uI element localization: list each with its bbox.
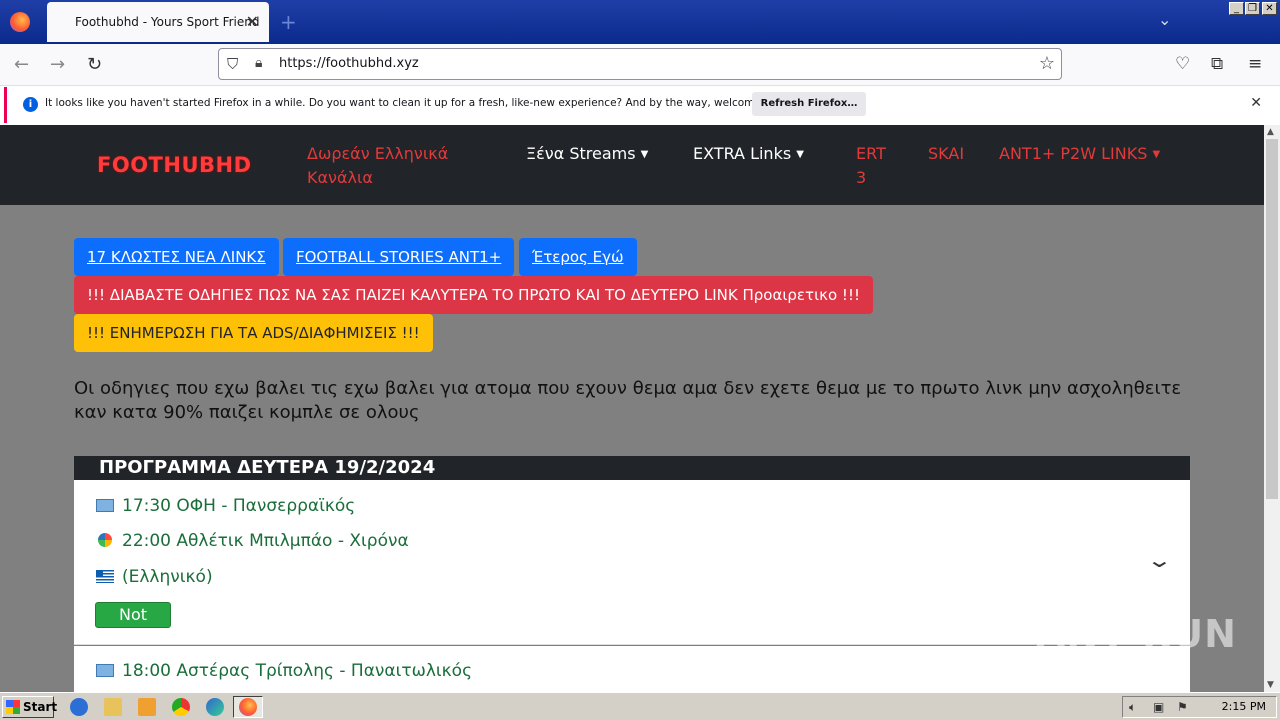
system-tray: 🔈︎ ▣ ⚑ 2:15 PM [1122, 696, 1277, 718]
instructions-button[interactable]: !!! ΔΙΑΒΑΣΤΕ ΟΔΗΓΙΕΣ ΠΩΣ ΝΑ ΣΑΣ ΠΑΙΖΕΙ Κ… [74, 276, 873, 314]
minimize-button[interactable]: _ [1229, 2, 1244, 15]
nav-foreign-streams-label: Ξένα Streams [526, 144, 636, 163]
nav-free-greek-line2: Κανάλια [307, 168, 373, 187]
match-text: 18:00 Αστέρας Τρίπολης - Παναιτωλικός [122, 661, 473, 681]
greece-flag-icon [96, 570, 114, 583]
star-icon[interactable]: ☆ [1039, 53, 1055, 74]
nav-foreign-streams[interactable]: Ξένα Streams ▼ [526, 142, 648, 167]
match-text: 22:00 Αθλέτικ Μπιλμπάο - Χιρόνα [122, 531, 409, 551]
caret-down-icon: ▼ [640, 149, 649, 160]
url-text[interactable]: https://foothubhd.xyz [279, 56, 419, 71]
scroll-up-icon[interactable]: ▲ [1267, 127, 1274, 137]
page-content: FOOTHUBHD Δωρεάν Ελληνικά Κανάλια Ξένα S… [0, 125, 1264, 692]
chevron-down-icon[interactable]: ⌄ [1146, 548, 1173, 572]
chrome-icon[interactable] [172, 698, 190, 716]
network-icon[interactable]: ▣ [1153, 700, 1164, 714]
language-text: (Ελληνικό) [122, 567, 213, 587]
link-eteros-ego[interactable]: Έτερος Εγώ [519, 238, 637, 276]
restore-button[interactable]: ❐ [1245, 2, 1260, 15]
nav-ert-num: 3 [856, 168, 867, 187]
start-button[interactable]: Start [2, 696, 58, 718]
back-button[interactable]: ← [14, 54, 29, 75]
extensions-icon[interactable]: ⧉ [1211, 54, 1223, 74]
scrollbar-thumb[interactable] [1266, 139, 1278, 499]
flag-icon[interactable]: ⚑ [1177, 700, 1188, 714]
nav-free-greek-channels[interactable]: Δωρεάν Ελληνικά Κανάλια [307, 142, 448, 190]
match-card[interactable]: 17:30 ΟΦΗ - Πανσερραϊκός 22:00 Αθλέτικ Μ… [74, 480, 1190, 645]
site-header: FOOTHUBHD Δωρεάν Ελληνικά Κανάλια Ξένα S… [0, 125, 1264, 205]
nav-extra-links-label: EXTRA Links [693, 144, 792, 163]
close-icon[interactable]: ✕ [1250, 95, 1262, 111]
match-item[interactable]: 18:00 Αστέρας Τρίπολης - Παναιτωλικός [96, 661, 472, 681]
match-language: (Ελληνικό) [96, 567, 213, 587]
refresh-firefox-button[interactable]: Refresh Firefox… [752, 92, 866, 116]
match-item[interactable]: 22:00 Αθλέτικ Μπιλμπάο - Χιρόνα [96, 531, 409, 551]
match-item[interactable]: 17:30 ΟΦΗ - Πανσερραϊκός [96, 496, 355, 516]
watermark-logo: ANY RUN [1036, 612, 1237, 656]
notification-bar: i It looks like you haven't started Fire… [4, 87, 1276, 123]
taskbar: Start 🔈︎ ▣ ⚑ 2:15 PM [0, 692, 1280, 720]
start-label: Start [23, 700, 58, 714]
nav-ant1-p2w[interactable]: ANT1+ P2W LINKS ▼ [999, 142, 1160, 167]
pocket-icon[interactable]: ♡ [1175, 54, 1190, 74]
windows-logo-icon [6, 700, 20, 714]
laliga-icon [98, 533, 112, 547]
clock: 2:15 PM [1221, 700, 1266, 713]
info-icon: i [23, 97, 38, 112]
firefox-icon [239, 698, 257, 716]
folder-icon[interactable] [104, 698, 122, 716]
lock-icon[interactable]: 🔒︎ [255, 55, 262, 71]
caret-down-icon: ▼ [796, 149, 804, 160]
volume-icon[interactable]: 🔈︎ [1129, 700, 1136, 715]
caret-down-icon: ▼ [1152, 149, 1161, 160]
browser-navbar: ← → ↻ ⛉ 🔒︎ https://foothubhd.xyz ☆ ♡ ⧉ ≡ [0, 44, 1280, 86]
nav-free-greek-line1: Δωρεάν Ελληνικά [307, 144, 449, 163]
ie-icon[interactable] [70, 698, 88, 716]
new-tab-button[interactable]: + [280, 10, 297, 34]
tab-active[interactable]: Foothubhd - Yours Sport Friend ✕ [47, 2, 269, 42]
edge-icon[interactable] [206, 698, 224, 716]
notice-text: Οι οδηγιες που εχω βαλει τις εχω βαλει γ… [74, 378, 1182, 423]
superleague-icon [96, 664, 114, 677]
shield-icon[interactable]: ⛉ [227, 55, 238, 73]
nav-extra-links[interactable]: EXTRA Links ▼ [693, 142, 804, 167]
ads-update-button[interactable]: !!! ΕΝΗΜΕΡΩΣΗ ΓΙΑ ΤΑ ADS/ΔΙΑΦΗΜΙΣΕΙΣ !!! [74, 314, 433, 352]
taskbar-firefox-button[interactable] [233, 696, 263, 718]
tab-title: Foothubhd - Yours Sport Friend [75, 15, 260, 29]
firefox-icon[interactable] [10, 12, 30, 32]
nav-skai[interactable]: SKAI [928, 142, 964, 166]
nav-ert-label: ERT [856, 144, 886, 163]
match-text: 17:30 ΟΦΗ - Πανσερραϊκός [122, 496, 356, 516]
reload-button[interactable]: ↻ [87, 54, 102, 75]
link-17-klostes[interactable]: 17 ΚΛΩΣΤΕΣ ΝΕΑ ΛΙΝΚΣ [74, 238, 279, 276]
url-bar[interactable]: ⛉ 🔒︎ https://foothubhd.xyz ☆ [218, 48, 1062, 80]
forward-button[interactable]: → [50, 54, 65, 75]
status-badge[interactable]: Not [95, 602, 171, 628]
notification-message: It looks like you haven't started Firefo… [45, 97, 794, 109]
schedule-title: ΠΡΟΓΡΑΜΜΑ ΔΕΥΤΕΡΑ 19/2/2024 [74, 456, 1190, 480]
nav-ant1-label: ANT1+ P2W LINKS [999, 144, 1148, 163]
scroll-down-icon[interactable]: ▼ [1267, 680, 1274, 690]
browser-titlebar: Foothubhd - Yours Sport Friend ✕ + ⌄ _ ❐… [0, 0, 1280, 44]
match-card[interactable]: 18:00 Αστέρας Τρίπολης - Παναιτωλικός [74, 646, 1190, 692]
nav-ert3[interactable]: ERT 3 [856, 142, 886, 190]
superleague-icon [96, 499, 114, 512]
close-window-button[interactable]: ✕ [1262, 2, 1277, 15]
page-scrollbar[interactable]: ▲ ▼ [1264, 125, 1280, 692]
media-player-icon[interactable] [138, 698, 156, 716]
site-logo[interactable]: FOOTHUBHD [97, 153, 252, 177]
menu-icon[interactable]: ≡ [1248, 54, 1262, 74]
chevron-down-icon[interactable]: ⌄ [1158, 10, 1171, 29]
tab-close-icon[interactable]: ✕ [246, 12, 259, 31]
link-football-stories[interactable]: FOOTBALL STORIES ANT1+ [283, 238, 515, 276]
